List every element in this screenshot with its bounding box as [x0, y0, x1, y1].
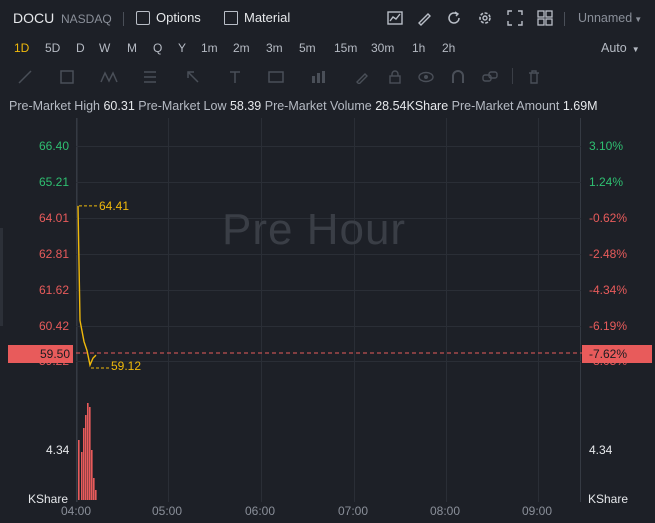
volume-bar: [91, 450, 93, 500]
volume-unit-left: KShare: [28, 492, 69, 506]
volume-bar: [87, 403, 89, 500]
high-annotation: 64.41: [99, 199, 130, 213]
volume-bar: [93, 478, 95, 500]
price-line: [77, 205, 97, 368]
volume-bar: [89, 407, 91, 500]
volume-bar: [83, 428, 85, 500]
current-change-tag: -7.62%: [582, 345, 652, 363]
volume-axis-tick-left: 4.34: [46, 443, 70, 457]
low-annotation: 59.12: [111, 359, 142, 373]
volume-bar: [85, 415, 87, 500]
volume-bar: [95, 490, 97, 500]
volume-bar: [78, 440, 80, 500]
volume-unit-right: KShare: [588, 492, 629, 506]
price-line-chart: [76, 205, 582, 500]
current-price-tag: 59.50: [8, 345, 73, 363]
volume-axis-tick-right: 4.34: [589, 443, 613, 457]
volume-bar: [81, 452, 83, 500]
